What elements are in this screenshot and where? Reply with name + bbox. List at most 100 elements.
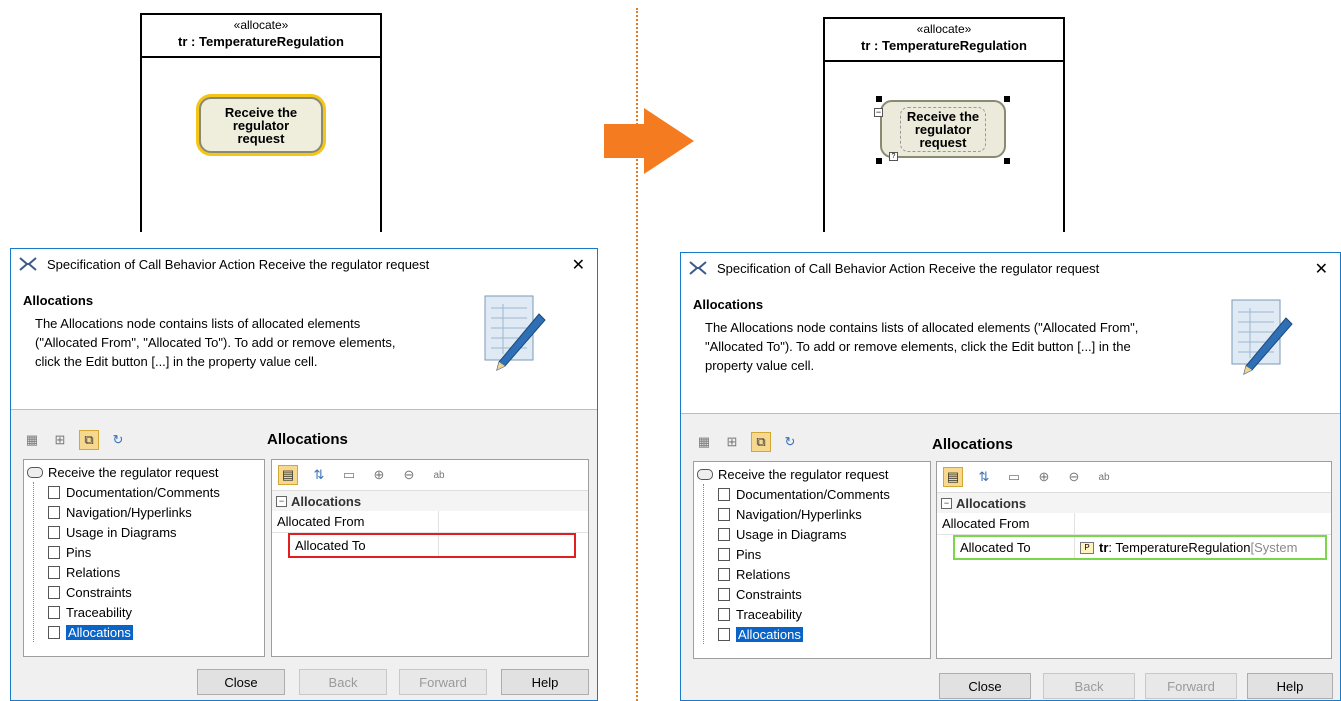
swimlane-border-left bbox=[823, 60, 825, 232]
refresh-icon[interactable]: ↻ bbox=[781, 433, 799, 451]
property-toolbar: ▤ ⇅ ▭ ⊕ ⊖ ab bbox=[272, 460, 588, 491]
refresh-icon[interactable]: ↻ bbox=[109, 431, 127, 449]
document-pencil-icon bbox=[1226, 298, 1294, 380]
back-button[interactable]: Back bbox=[299, 669, 387, 695]
tree-panel: Receive the regulator request Documentat… bbox=[693, 461, 931, 659]
tree-view-icon[interactable]: ⊞ bbox=[723, 433, 741, 451]
tree-item-navigation[interactable]: Navigation/Hyperlinks bbox=[48, 502, 264, 522]
tree-item-relations[interactable]: Relations bbox=[718, 564, 930, 584]
close-icon[interactable]: ✕ bbox=[572, 255, 585, 275]
action-receive-regulator-request[interactable]: Receive the regulator request bbox=[199, 97, 323, 153]
dialog-description-area: Allocations The Allocations node contain… bbox=[11, 280, 597, 410]
collapse-all-icon[interactable]: ⊖ bbox=[1065, 468, 1083, 486]
action-label-line: request bbox=[237, 130, 285, 146]
property-panel: ▤ ⇅ ▭ ⊕ ⊖ ab − Allocations Allocated From… bbox=[936, 461, 1332, 659]
description-icon[interactable]: ▭ bbox=[340, 466, 358, 484]
resize-handle[interactable] bbox=[1004, 96, 1010, 102]
resize-handle[interactable] bbox=[876, 158, 882, 164]
tree-item-pins[interactable]: Pins bbox=[718, 544, 930, 564]
property-row-allocated-from[interactable]: Allocated From bbox=[272, 511, 588, 533]
tree-item-documentation[interactable]: Documentation/Comments bbox=[48, 482, 264, 502]
node-icon bbox=[48, 625, 60, 639]
description-title: Allocations bbox=[693, 297, 764, 312]
close-icon[interactable]: ✕ bbox=[1315, 259, 1328, 279]
section-title: Allocations bbox=[932, 436, 1013, 453]
dialog-title: Specification of Call Behavior Action Re… bbox=[717, 261, 1100, 276]
expand-all-icon[interactable]: ⊕ bbox=[370, 466, 388, 484]
node-icon bbox=[718, 607, 730, 621]
tree-item-usage[interactable]: Usage in Diagrams bbox=[718, 524, 930, 544]
copy-icon[interactable]: ⧉ bbox=[79, 430, 99, 450]
swimlane-stereotype: «allocate» bbox=[233, 18, 289, 32]
description-text: The Allocations node contains lists of a… bbox=[705, 320, 1139, 373]
collapse-all-icon[interactable]: ⊖ bbox=[400, 466, 418, 484]
node-icon bbox=[718, 507, 730, 521]
node-icon bbox=[48, 525, 60, 539]
swimlane-header-right[interactable]: «allocate» tr : TemperatureRegulation bbox=[823, 17, 1065, 62]
description-title: Allocations bbox=[23, 293, 94, 308]
collapse-icon[interactable]: − bbox=[874, 108, 883, 117]
node-icon bbox=[718, 547, 730, 561]
tree-item-allocations[interactable]: Allocations bbox=[718, 624, 930, 644]
table-view-icon[interactable]: ▦ bbox=[23, 431, 41, 449]
action-receive-regulator-request[interactable]: Receive the regulator request bbox=[880, 100, 1006, 158]
dialog-titlebar[interactable]: Specification of Call Behavior Action Re… bbox=[681, 253, 1340, 284]
tree-children: Documentation/Comments Navigation/Hyperl… bbox=[703, 484, 930, 644]
tree-children: Documentation/Comments Navigation/Hyperl… bbox=[33, 482, 264, 642]
tree-item-allocations[interactable]: Allocations bbox=[48, 622, 264, 642]
filter-text-icon[interactable]: ab bbox=[1095, 468, 1113, 486]
property-row-allocated-to[interactable]: Allocated To P tr : TemperatureRegulatio… bbox=[953, 535, 1327, 560]
forward-button[interactable]: Forward bbox=[1145, 673, 1237, 699]
close-button[interactable]: Close bbox=[197, 669, 285, 695]
node-icon bbox=[48, 545, 60, 559]
table-view-icon[interactable]: ▦ bbox=[695, 433, 713, 451]
sort-alpha-icon[interactable]: ⇅ bbox=[975, 468, 993, 486]
swimlane-header-left[interactable]: «allocate» tr : TemperatureRegulation bbox=[140, 13, 382, 58]
tree-item-documentation[interactable]: Documentation/Comments bbox=[718, 484, 930, 504]
tree-item-usage[interactable]: Usage in Diagrams bbox=[48, 522, 264, 542]
specification-dialog-left: Specification of Call Behavior Action Re… bbox=[10, 248, 598, 701]
swimlane-name: tr : TemperatureRegulation bbox=[178, 34, 344, 49]
categorized-view-icon[interactable]: ▤ bbox=[943, 467, 963, 487]
dialog-titlebar[interactable]: Specification of Call Behavior Action Re… bbox=[11, 249, 597, 280]
property-group[interactable]: − Allocations bbox=[937, 493, 1331, 513]
node-icon bbox=[718, 487, 730, 501]
swimlane-border-right bbox=[380, 56, 382, 232]
allocated-to-value[interactable]: P tr : TemperatureRegulation [System bbox=[1075, 537, 1325, 558]
copy-icon[interactable]: ⧉ bbox=[751, 432, 771, 452]
help-button[interactable]: Help bbox=[1247, 673, 1333, 699]
filter-text-icon[interactable]: ab bbox=[430, 466, 448, 484]
tree-item-relations[interactable]: Relations bbox=[48, 562, 264, 582]
help-button[interactable]: Help bbox=[501, 669, 589, 695]
forward-button[interactable]: Forward bbox=[399, 669, 487, 695]
property-row-allocated-to[interactable]: Allocated To bbox=[288, 533, 576, 558]
tree-root[interactable]: Receive the regulator request bbox=[697, 464, 930, 484]
expand-all-icon[interactable]: ⊕ bbox=[1035, 468, 1053, 486]
resize-handle[interactable] bbox=[1004, 158, 1010, 164]
description-icon[interactable]: ▭ bbox=[1005, 468, 1023, 486]
categorized-view-icon[interactable]: ▤ bbox=[278, 465, 298, 485]
swimlane-stereotype: «allocate» bbox=[916, 22, 972, 36]
property-group[interactable]: − Allocations bbox=[272, 491, 588, 511]
dialog-title: Specification of Call Behavior Action Re… bbox=[47, 257, 430, 272]
tree-item-constraints[interactable]: Constraints bbox=[718, 584, 930, 604]
collapse-icon[interactable]: − bbox=[941, 497, 952, 509]
action-label-line: Receive the bbox=[224, 104, 298, 120]
sort-alpha-icon[interactable]: ⇅ bbox=[310, 466, 328, 484]
tree-root[interactable]: Receive the regulator request bbox=[27, 462, 264, 482]
tree-item-navigation[interactable]: Navigation/Hyperlinks bbox=[718, 504, 930, 524]
node-icon bbox=[718, 587, 730, 601]
resize-handle[interactable] bbox=[876, 96, 882, 102]
tree-item-traceability[interactable]: Traceability bbox=[48, 602, 264, 622]
call-behavior-action-icon bbox=[27, 466, 43, 478]
tree-item-pins[interactable]: Pins bbox=[48, 542, 264, 562]
tree-view-icon[interactable]: ⊞ bbox=[51, 431, 69, 449]
back-button[interactable]: Back bbox=[1043, 673, 1135, 699]
collapse-icon[interactable]: − bbox=[276, 495, 287, 507]
tree-item-constraints[interactable]: Constraints bbox=[48, 582, 264, 602]
smart-manipulator-icon[interactable]: ? bbox=[889, 152, 898, 161]
property-row-allocated-from[interactable]: Allocated From bbox=[937, 513, 1331, 535]
close-button[interactable]: Close bbox=[939, 673, 1031, 699]
section-title: Allocations bbox=[267, 431, 348, 448]
tree-item-traceability[interactable]: Traceability bbox=[718, 604, 930, 624]
